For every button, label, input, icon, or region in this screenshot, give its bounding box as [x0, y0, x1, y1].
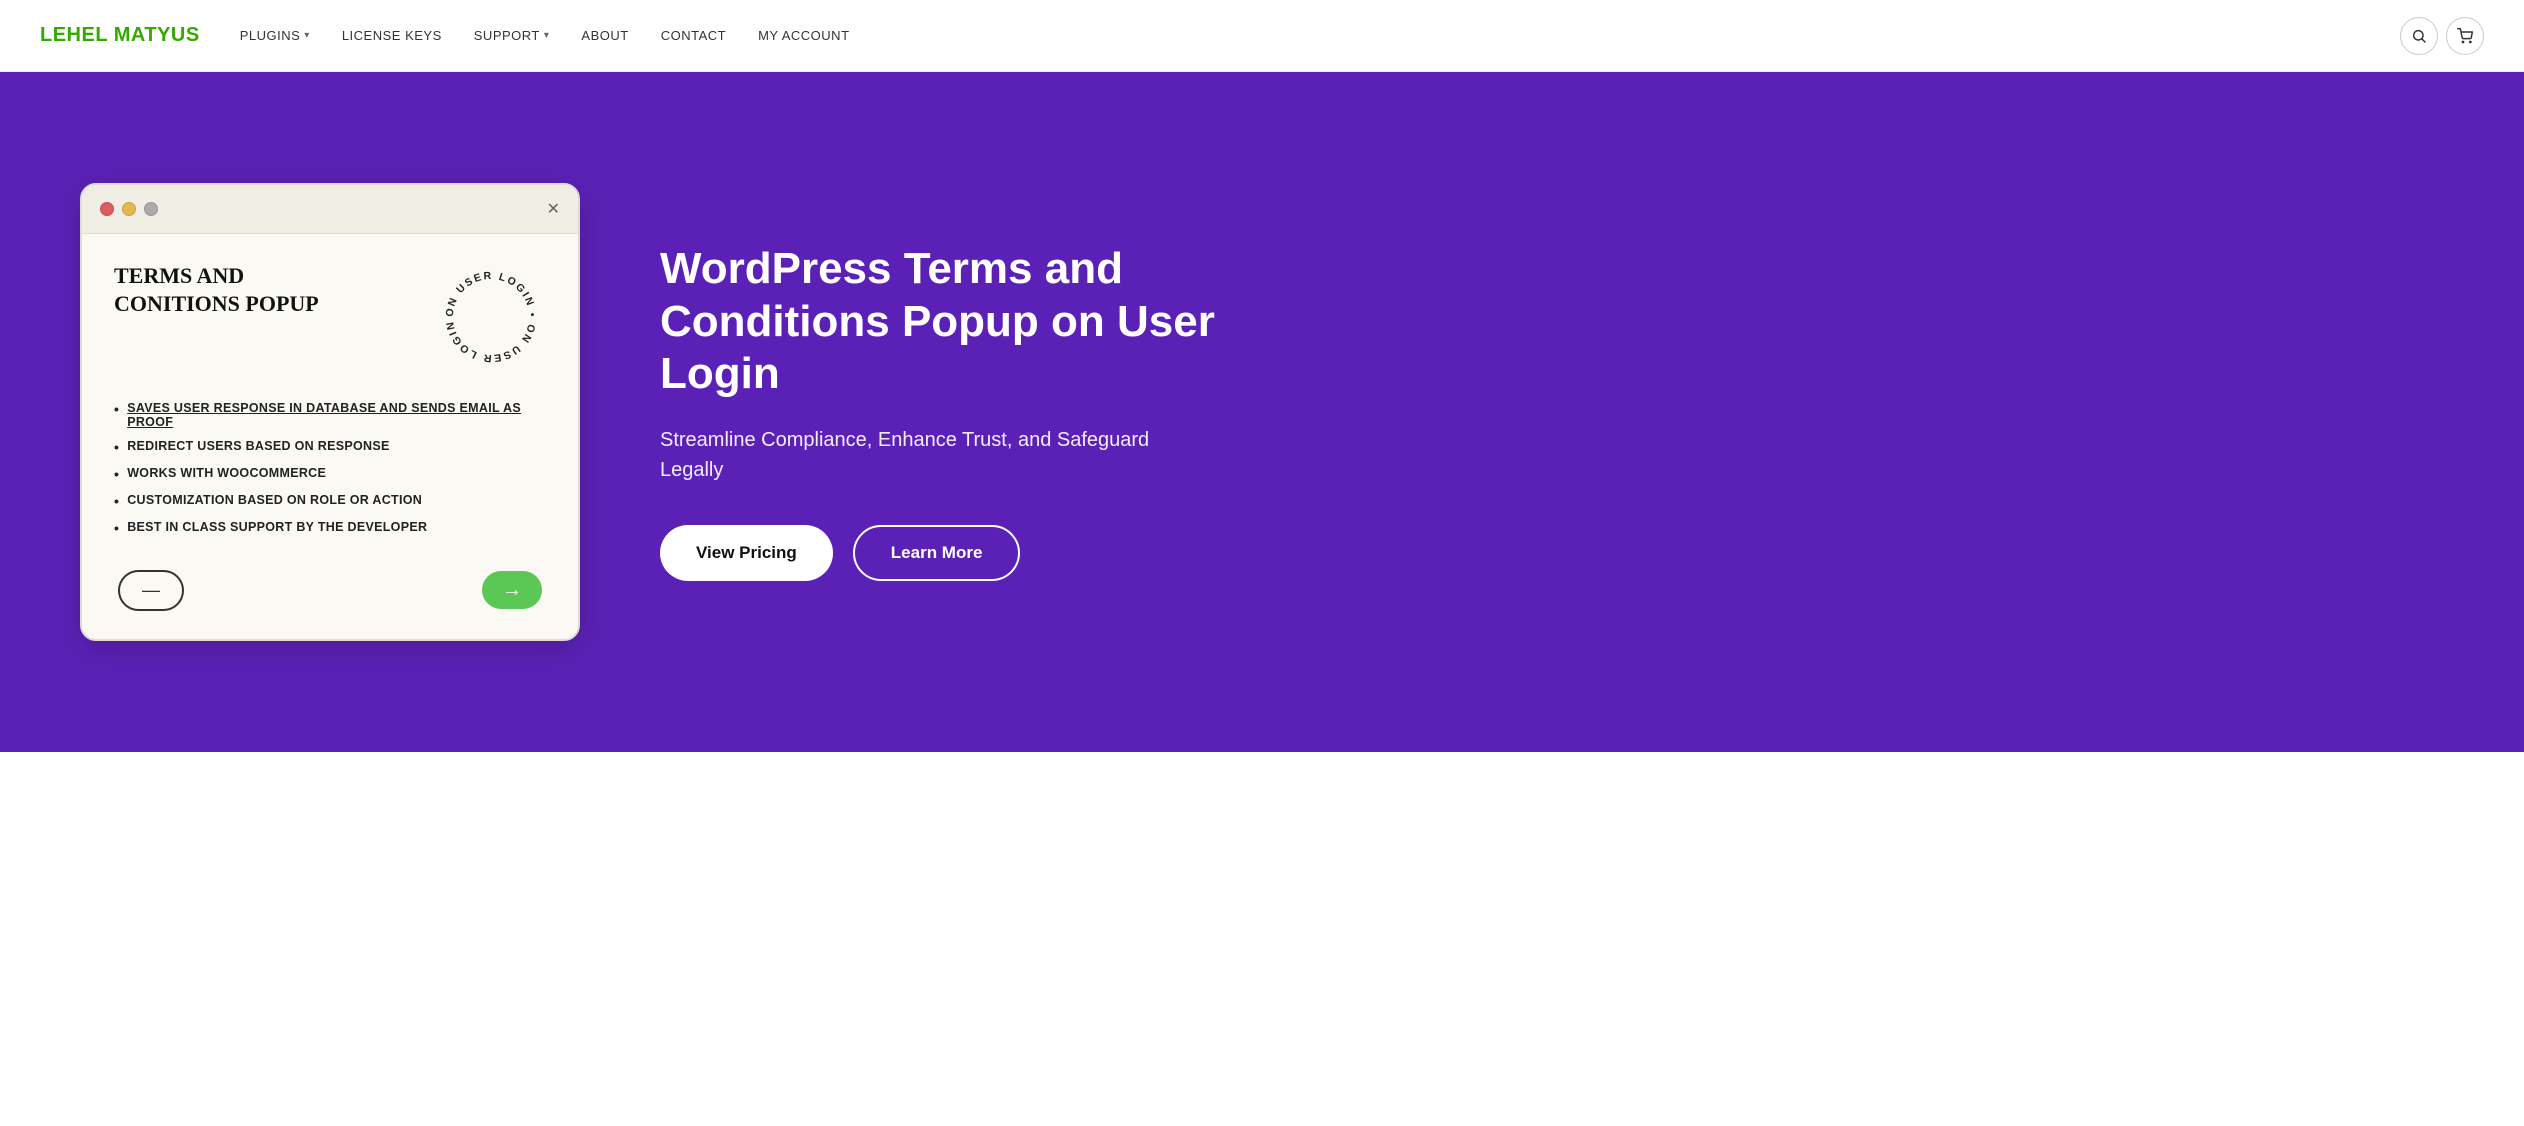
list-item: SAVES USER RESPONSE IN DATABASE AND SEND… — [114, 396, 546, 434]
nav-item-my-account[interactable]: MY ACCOUNT — [758, 28, 849, 43]
hero-subheading: Streamline Compliance, Enhance Trust, an… — [660, 425, 1160, 485]
dot-gray — [144, 202, 158, 216]
hero-buttons: View Pricing Learn More — [660, 525, 2444, 581]
header: LEHEL MATYUS PLUGINS ▾ LICENSE KEYS SUPP… — [0, 0, 2524, 72]
nav-item-plugins[interactable]: PLUGINS ▾ — [240, 28, 310, 43]
popup-body: TERMS AND CONITIONS POPUP ON USER LOGIN … — [82, 234, 578, 638]
cart-button[interactable] — [2446, 17, 2484, 55]
close-icon[interactable]: ✕ — [547, 199, 560, 219]
popup-mockup: ✕ TERMS AND CONITIONS POPUP ON USER LOGI… — [80, 183, 580, 640]
main-nav: PLUGINS ▾ LICENSE KEYS SUPPORT ▾ ABOUT C… — [240, 28, 2400, 43]
logo[interactable]: LEHEL MATYUS — [40, 24, 200, 47]
nav-item-license-keys[interactable]: LICENSE KEYS — [342, 28, 442, 43]
dot-red — [100, 202, 114, 216]
nav-item-support[interactable]: SUPPORT ▾ — [474, 28, 550, 43]
popup-title-area: TERMS AND CONITIONS POPUP ON USER LOGIN … — [114, 262, 546, 372]
nav-item-contact[interactable]: CONTACT — [661, 28, 726, 43]
hero-section: ✕ TERMS AND CONITIONS POPUP ON USER LOGI… — [0, 72, 2524, 752]
search-icon — [2411, 28, 2427, 44]
arrow-button[interactable]: → — [482, 571, 542, 609]
curved-text-svg: ON USER LOGIN • ON USER LOGIN • — [436, 262, 546, 372]
list-item: WORKS WITH WOOCOMMERCE — [114, 461, 546, 488]
header-icons — [2400, 17, 2484, 55]
list-item: BEST IN CLASS SUPPORT BY THE DEVELOPER — [114, 515, 546, 542]
popup-heading: TERMS AND CONITIONS POPUP — [114, 262, 374, 317]
search-button[interactable] — [2400, 17, 2438, 55]
view-pricing-button[interactable]: View Pricing — [660, 525, 833, 581]
hero-heading: WordPress Terms and Conditions Popup on … — [660, 243, 1260, 401]
nav-item-about[interactable]: ABOUT — [581, 28, 628, 43]
popup-footer: — → — [114, 570, 546, 611]
minus-button[interactable]: — — [118, 570, 184, 611]
chevron-down-icon: ▾ — [304, 30, 310, 41]
learn-more-button[interactable]: Learn More — [853, 525, 1021, 581]
svg-text:ON USER LOGIN • ON USER LOGIN: ON USER LOGIN • ON USER LOGIN • — [436, 262, 538, 364]
list-item: REDIRECT USERS BASED ON RESPONSE — [114, 434, 546, 461]
list-item: CUSTOMIZATION BASED ON ROLE OR ACTION — [114, 488, 546, 515]
popup-features-list: SAVES USER RESPONSE IN DATABASE AND SEND… — [114, 396, 546, 541]
chevron-down-icon: ▾ — [544, 30, 550, 41]
cart-icon — [2457, 28, 2473, 44]
hero-text: WordPress Terms and Conditions Popup on … — [660, 243, 2444, 581]
dot-yellow — [122, 202, 136, 216]
window-dots — [100, 202, 158, 216]
curved-text: ON USER LOGIN • ON USER LOGIN • — [436, 262, 546, 372]
popup-titlebar: ✕ — [82, 185, 578, 234]
